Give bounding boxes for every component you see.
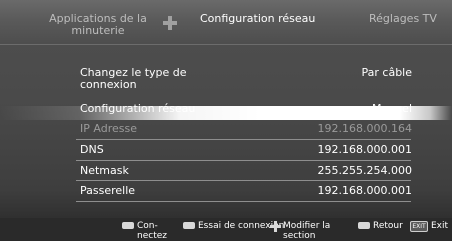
row-divider <box>76 160 411 161</box>
back-hint[interactable]: Retour <box>358 221 403 231</box>
header-divider <box>0 44 452 45</box>
dpad-navigation-icon <box>270 221 281 232</box>
gateway-value: 192.168.000.001 <box>317 184 412 197</box>
ip-address-value: 192.168.000.164 <box>317 122 412 135</box>
green-key-icon <box>183 222 195 229</box>
row-divider <box>76 201 411 202</box>
row-divider <box>76 139 411 140</box>
network-config-setting[interactable]: Configuration réseau Manuel <box>80 102 412 116</box>
ip-address-setting[interactable]: IP Adresse 192.168.000.164 <box>80 122 412 136</box>
network-config-value: Manuel <box>372 102 412 115</box>
connection-type-setting[interactable]: Changez le type de connexion Par câble <box>80 67 412 93</box>
exit-key-icon: EXIT <box>410 221 428 232</box>
netmask-label: Netmask <box>80 164 129 177</box>
tab-network-configuration[interactable]: Configuration réseau <box>200 13 315 25</box>
back-key-icon <box>358 222 370 229</box>
connect-label: Con-nectez <box>137 221 167 241</box>
connection-type-value: Par câble <box>361 66 413 79</box>
back-label: Retour <box>373 221 403 231</box>
ip-address-label: IP Adresse <box>80 122 137 135</box>
red-key-icon <box>122 222 134 229</box>
tab-timer-applications[interactable]: Applications de la minuterie <box>28 13 168 37</box>
exit-label: Exit <box>431 221 449 231</box>
dns-label: DNS <box>80 143 104 156</box>
row-divider <box>76 180 411 181</box>
gateway-label: Passerelle <box>80 184 136 197</box>
tv-settings-screen: Applications de la minuterie Configurati… <box>0 0 452 241</box>
network-config-label: Configuration réseau <box>80 102 196 115</box>
plus-cross-icon <box>163 16 177 30</box>
footer-button-bar: Con-nectez Essai de connexion Modifier l… <box>0 218 452 241</box>
modify-section-hint[interactable]: Modifier la section <box>270 221 350 241</box>
connection-type-label: Changez le type de connexion <box>80 66 187 91</box>
dns-value: 192.168.000.001 <box>317 143 412 156</box>
modify-section-label: Modifier la section <box>283 221 331 241</box>
exit-hint[interactable]: EXIT Exit <box>410 221 448 232</box>
connect-hint[interactable]: Con-nectez <box>122 221 174 241</box>
netmask-value: 255.255.254.000 <box>317 164 412 177</box>
tab-tv-settings[interactable]: Réglages TV <box>369 13 437 25</box>
